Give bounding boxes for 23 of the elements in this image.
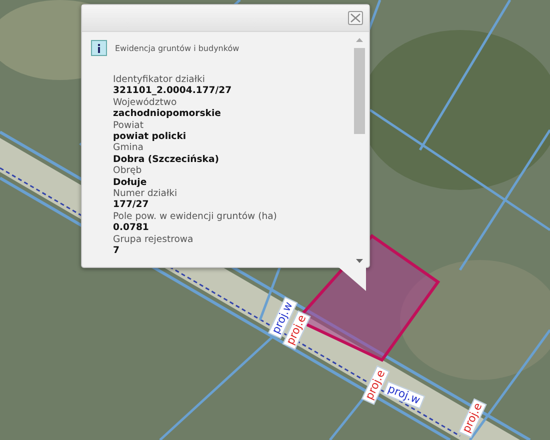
field-value: Dobra (Szczecińska)	[113, 154, 220, 166]
field-value: powiat policki	[113, 131, 188, 142]
scroll-up-icon[interactable]	[356, 38, 362, 42]
field-label: Numer działki	[113, 188, 178, 200]
field-label: Grupa rejestrowa	[113, 234, 194, 246]
field-label: Województwo	[113, 96, 178, 108]
scroll-down-icon[interactable]	[356, 259, 362, 263]
field-value: 177/27	[113, 199, 150, 211]
field-label: Powiat	[113, 120, 144, 132]
close-icon	[350, 13, 361, 23]
field-label: Gmina	[113, 142, 144, 154]
info-icon	[91, 40, 107, 56]
field-label: Identyfikator działki	[113, 74, 206, 86]
field-value: 0.0781	[113, 222, 150, 234]
popup-title: Ewidencja gruntów i budynków	[115, 44, 240, 52]
scrollbar-thumb[interactable]	[354, 48, 364, 134]
field-value: 7	[113, 245, 120, 256]
field-value: 321101_2.0004.177/27	[113, 85, 233, 97]
field-value: Dołuje	[113, 176, 148, 188]
close-button[interactable]	[348, 11, 363, 25]
field-label: Obręb	[113, 165, 143, 177]
field-value: zachodniopomorskie	[113, 108, 222, 120]
field-label: Pole pow. w ewidencji gruntów (ha)	[113, 210, 278, 222]
